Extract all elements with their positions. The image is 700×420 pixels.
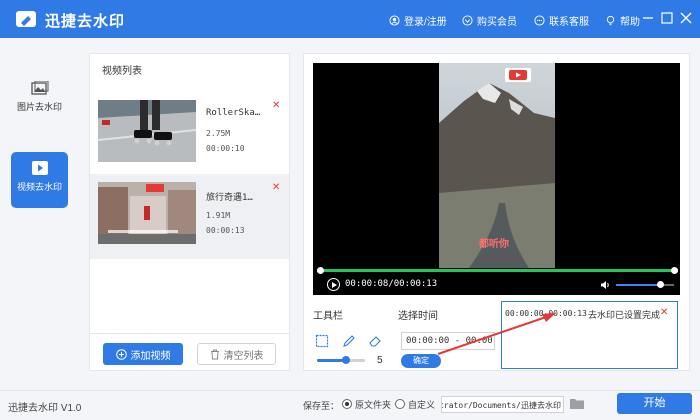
help-label: 帮助 (620, 17, 640, 28)
delete-video-icon[interactable]: ✕ (272, 182, 280, 193)
video-name: RollerSka… (206, 108, 261, 118)
select-time-label: 选择时间 (398, 311, 438, 322)
player-controls: 00:00:08/00:00:13 (313, 275, 680, 295)
video-player[interactable]: 都听你 00:00:08/00:00:13 (313, 63, 680, 295)
minimize-icon[interactable] (642, 12, 654, 24)
brush-size-knob[interactable] (341, 356, 350, 364)
radio-original-folder[interactable] (342, 399, 352, 409)
maximize-icon[interactable] (661, 12, 673, 24)
buy-vip-link[interactable]: 购买会员 (462, 13, 517, 28)
progress-bar[interactable] (317, 269, 678, 272)
sidebar: 图片去水印 视频去水印 (0, 38, 80, 388)
eraser-logo-icon (16, 11, 36, 27)
sidebar-item-label: 图片去水印 (16, 102, 62, 112)
video-icon (31, 161, 48, 175)
help-link[interactable]: 帮助 (605, 13, 640, 28)
pencil-icon[interactable] (342, 334, 356, 348)
video-caption: 都听你 (479, 239, 509, 250)
video-duration: 00:00:10 (206, 144, 245, 153)
save-to-label: 保存至： (303, 401, 340, 411)
delete-region-icon[interactable]: ✕ (660, 307, 668, 318)
login-label: 登录/注册 (404, 17, 447, 28)
add-video-label: 添加视频 (130, 350, 171, 362)
image-icon (30, 81, 48, 95)
editor-panel: 都听你 00:00:08/00:00:13 工具栏 选择时间 5 00:00:0… (303, 53, 690, 371)
video-list-title: 视频列表 (102, 66, 142, 77)
brush-size-value: 5 (377, 355, 383, 366)
brush-size-slider[interactable] (317, 356, 365, 364)
video-name: 旅行奇遇1… (206, 193, 253, 203)
playback-time: 00:00:08/00:00:13 (345, 279, 438, 289)
close-icon[interactable] (680, 12, 692, 24)
annotation-arrow (437, 313, 556, 355)
user-icon (389, 15, 400, 26)
sidebar-item-image-watermark[interactable]: 图片去水印 (11, 73, 68, 129)
original-folder-label: 原文件夹 (355, 400, 392, 410)
contact-service-link[interactable]: 联系客服 (534, 13, 589, 28)
video-duration: 00:00:13 (206, 226, 245, 235)
video-size: 2.75M (206, 129, 231, 138)
folder-icon[interactable] (569, 397, 585, 410)
custom-folder-label: 自定义 (408, 400, 436, 410)
sidebar-item-video-watermark[interactable]: 视频去水印 (11, 152, 68, 208)
toolbar-label: 工具栏 (313, 311, 343, 322)
progress-start-knob[interactable] (317, 267, 324, 274)
progress-end-knob[interactable] (671, 267, 678, 274)
radio-custom-folder[interactable] (395, 399, 405, 409)
contact-service-label: 联系客服 (549, 17, 589, 28)
volume-icon[interactable] (600, 280, 610, 290)
chat-icon (534, 15, 545, 26)
volume-slider[interactable] (616, 281, 674, 288)
buy-vip-label: 购买会员 (477, 17, 517, 28)
eraser-icon[interactable] (368, 334, 382, 348)
video-size: 1.91M (206, 211, 231, 220)
trash-icon (210, 349, 219, 359)
play-button[interactable] (327, 278, 340, 291)
rectangle-select-icon[interactable] (315, 334, 329, 348)
list-item[interactable]: 旅行奇遇1… 1.91M 00:00:13 ✕ (90, 174, 289, 259)
login-link[interactable]: 登录/注册 (389, 13, 447, 28)
add-video-button[interactable]: 添加视频 (103, 343, 183, 365)
output-path-input[interactable]: C:/Users/Administrator/Documents/迅捷去水印 (441, 396, 564, 413)
delete-video-icon[interactable]: ✕ (272, 100, 280, 111)
video-list-panel: 视频列表 RollerSka… 2.75M 00:00:10 ✕ 旅行奇遇1… … (89, 53, 290, 371)
video-thumbnail (98, 182, 196, 244)
sidebar-item-label: 视频去水印 (16, 182, 62, 192)
video-thumbnail (98, 100, 196, 162)
list-item[interactable]: RollerSka… 2.75M 00:00:10 ✕ (90, 92, 289, 177)
app-title: 迅捷去水印 (45, 13, 126, 30)
volume-knob[interactable] (656, 281, 664, 288)
title-bar: 迅捷去水印 登录/注册 购买会员 联系客服 帮助 (0, 0, 700, 38)
video-frame: 都听你 (439, 63, 555, 268)
start-button[interactable]: 开始 (617, 393, 692, 414)
app-version: 迅捷去水印 V1.0 (8, 403, 82, 414)
vip-icon (462, 15, 473, 26)
volume-fill (616, 284, 660, 286)
clear-list-button[interactable]: 清空列表 (197, 343, 276, 365)
clear-list-label: 清空列表 (223, 350, 264, 362)
watermark-status: 去水印已设置完成 (588, 310, 661, 320)
plus-circle-icon (115, 348, 127, 360)
divider (90, 333, 289, 334)
footer-bar: 迅捷去水印 V1.0 保存至： 原文件夹 自定义 C:/Users/Admini… (0, 390, 700, 420)
bulb-icon (606, 15, 615, 26)
